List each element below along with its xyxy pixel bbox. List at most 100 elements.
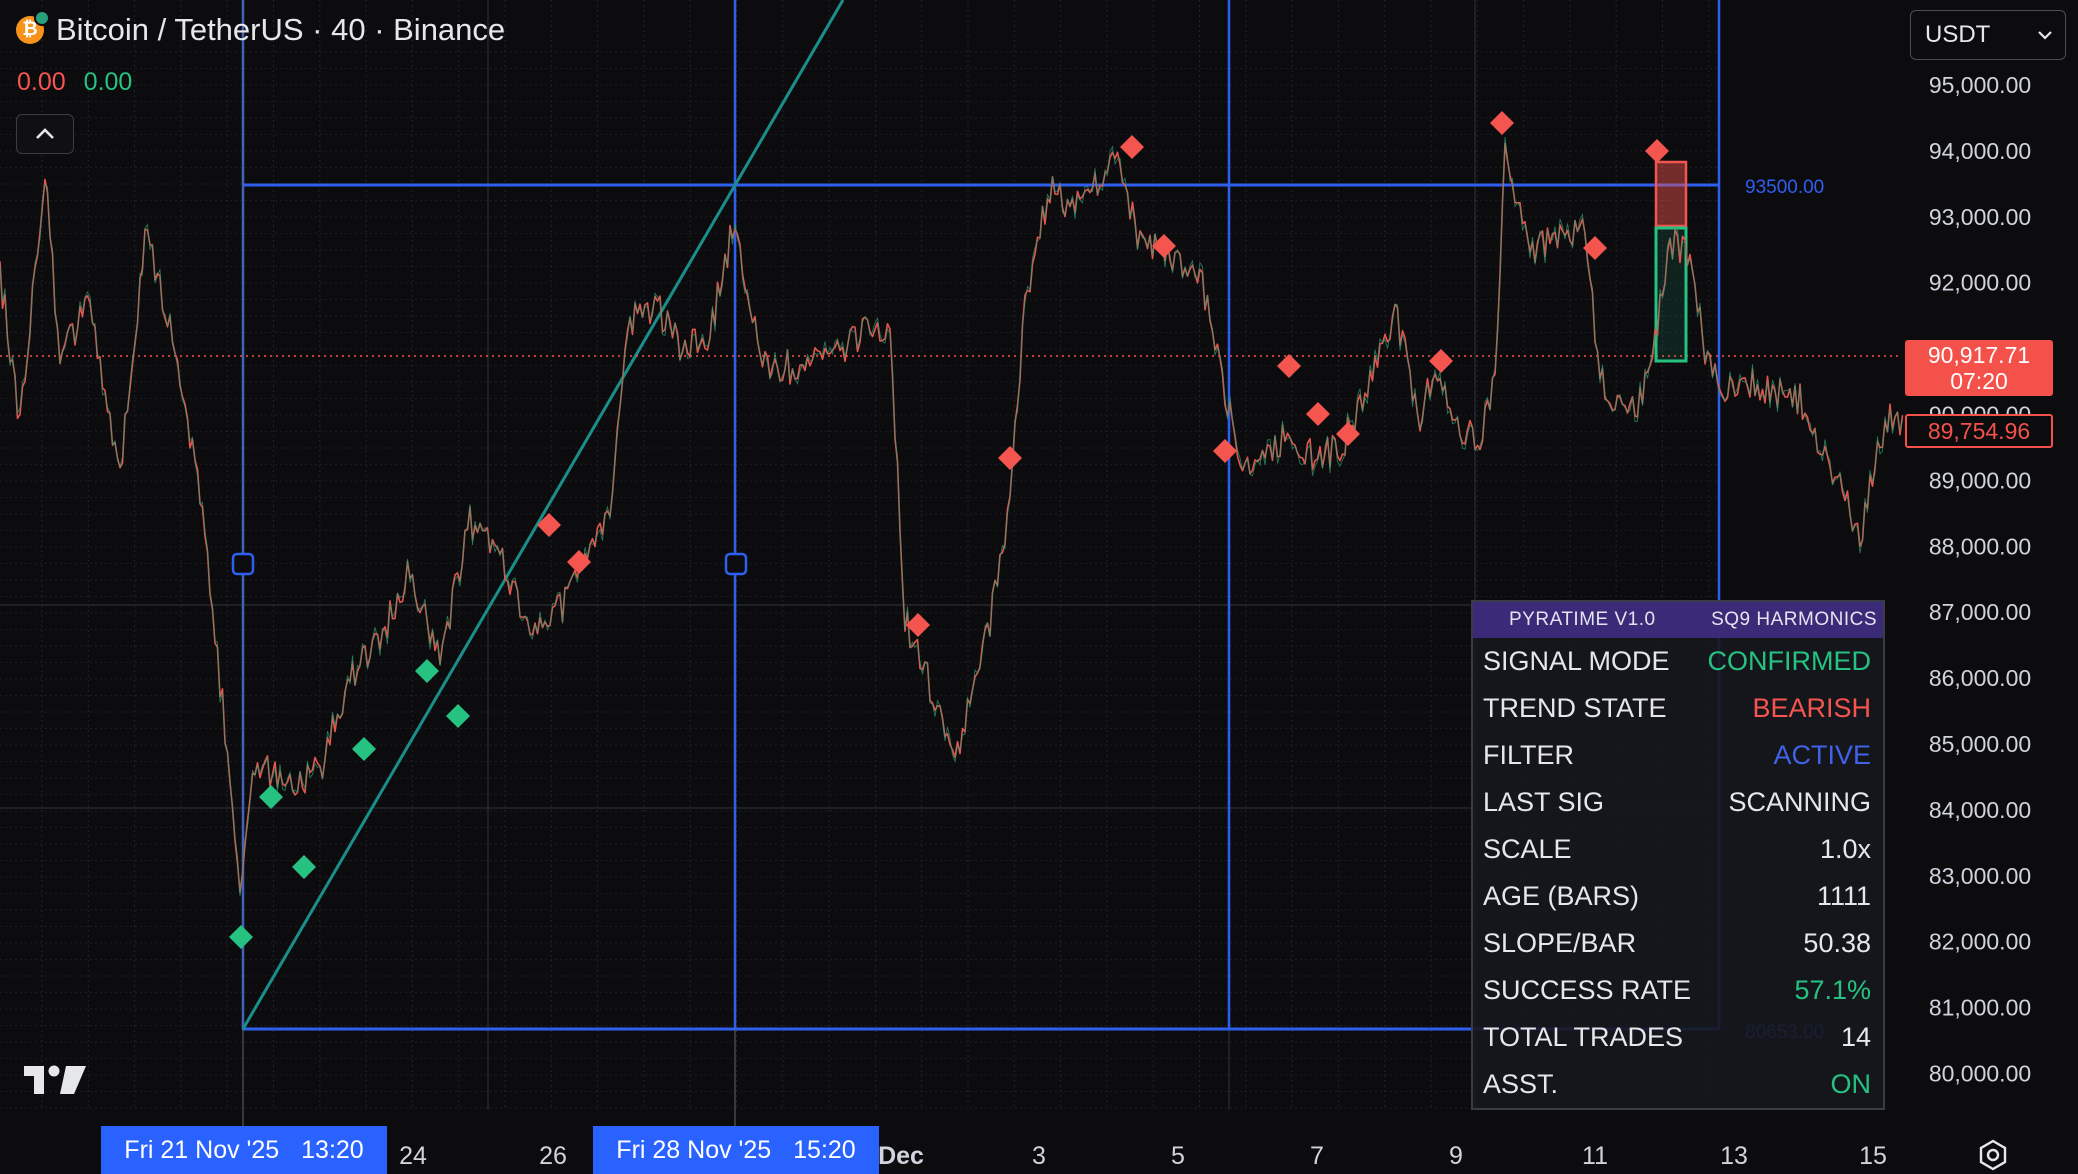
bear-signal-marker xyxy=(1213,439,1237,463)
row-value: 50.38 xyxy=(1803,928,1871,958)
bear-signal-marker xyxy=(998,446,1022,470)
price-axis-label: 88,000.00 xyxy=(1929,533,2031,559)
price-axis-label: 95,000.00 xyxy=(1929,72,2031,98)
time-cursor-end: Fri 28 Nov '25 15:20 xyxy=(593,1126,879,1174)
bear-signal-marker xyxy=(567,550,591,574)
chevron-up-icon xyxy=(36,128,54,139)
time-axis-label: 24 xyxy=(399,1142,427,1170)
bull-signal-marker xyxy=(259,785,283,809)
panel-row: LAST SIG SCANNING xyxy=(1473,779,1883,826)
row-label: SIGNAL MODE xyxy=(1483,646,1670,676)
bear-signal-marker xyxy=(1490,111,1514,135)
price-axis-label: 80,000.00 xyxy=(1929,1061,2031,1087)
current-price: 90,917.71 xyxy=(1927,342,2031,368)
panel-row: TOTAL TRADES 14 xyxy=(1473,1014,1883,1061)
time-axis-label: 13 xyxy=(1720,1142,1748,1170)
row-value: 1111 xyxy=(1816,881,1871,911)
panel-row: ASST. ON xyxy=(1473,1061,1883,1108)
trend-line xyxy=(241,0,845,1030)
time-axis-label: 15 xyxy=(1859,1142,1887,1170)
panel-row: SCALE 1.0x xyxy=(1473,826,1883,873)
symbol-title: Bitcoin / TetherUS · 40 · Binance xyxy=(56,12,506,47)
panel-row: FILTER ACTIVE xyxy=(1473,732,1883,779)
chart-grid xyxy=(0,0,1720,1110)
panel-row: AGE (BARS) 1111 xyxy=(1473,873,1883,920)
panel-row: SIGNAL MODE CONFIRMED xyxy=(1473,638,1883,685)
bear-signal-marker xyxy=(1277,354,1301,378)
cursor-start-time: 13:20 xyxy=(301,1135,364,1164)
bar-countdown: 07:20 xyxy=(1950,368,2008,394)
drawing-anchor-handle xyxy=(231,552,255,576)
bull-signal-marker xyxy=(446,704,470,728)
drawing-anchor-handle xyxy=(724,552,748,576)
price-axis-label: 82,000.00 xyxy=(1929,929,2031,955)
ohlc-values: 0.00 0.00 xyxy=(17,68,132,97)
row-label: TREND STATE xyxy=(1483,693,1667,723)
cursor-start-date: Fri 21 Nov '25 xyxy=(124,1135,280,1164)
time-axis-label: 9 xyxy=(1449,1142,1463,1170)
row-value: 57.1% xyxy=(1794,975,1871,1005)
cursor-end-date: Fri 28 Nov '25 xyxy=(616,1135,772,1164)
bull-signal-marker xyxy=(292,855,316,879)
row-value: ON xyxy=(1830,1069,1872,1099)
price-axis-label: 83,000.00 xyxy=(1929,863,2031,889)
cursor-end-time: 15:20 xyxy=(793,1135,856,1164)
price-axis-label: 81,000.00 xyxy=(1929,995,2031,1021)
bull-signal-marker xyxy=(229,925,253,949)
bear-signal-marker xyxy=(1120,135,1144,159)
row-value: ACTIVE xyxy=(1773,740,1871,770)
row-label: SLOPE/BAR xyxy=(1483,928,1637,958)
open-change: 0.00 xyxy=(17,68,66,96)
bear-box xyxy=(1654,160,1688,228)
row-value: BEARISH xyxy=(1752,693,1871,723)
bitcoin-icon: ₿ xyxy=(16,10,50,44)
price-axis-label: 84,000.00 xyxy=(1929,797,2031,823)
close-change: 0.00 xyxy=(83,68,133,96)
price-axis-label: 93,000.00 xyxy=(1929,204,2031,230)
chevron-down-icon xyxy=(2038,31,2052,40)
row-label: LAST SIG xyxy=(1483,787,1605,817)
panel-subtitle: SQ9 HARMONICS xyxy=(1711,609,1877,630)
row-label: FILTER xyxy=(1483,740,1575,770)
bear-signal-marker xyxy=(1645,139,1669,163)
price-axis-label: 94,000.00 xyxy=(1929,138,2031,164)
symbol-header[interactable]: ₿ Bitcoin / TetherUS · 40 · Binance xyxy=(16,10,506,48)
panel-header: PYRATIME V1.0 SQ9 HARMONICS xyxy=(1473,602,1883,638)
time-axis-label: 3 xyxy=(1032,1142,1046,1170)
row-value: 1.0x xyxy=(1819,834,1871,864)
time-axis-label: 7 xyxy=(1310,1142,1324,1170)
tether-icon xyxy=(34,10,50,26)
row-value: SCANNING xyxy=(1728,787,1871,817)
current-price-tag: 90,917.71 07:20 xyxy=(1905,340,2053,396)
price-axis-label: 87,000.00 xyxy=(1929,599,2031,625)
price-axis-label: 89,000.00 xyxy=(1929,467,2031,493)
time-axis-label: 26 xyxy=(539,1142,567,1170)
bull-signal-marker xyxy=(352,737,376,761)
time-axis-label: 11 xyxy=(1582,1142,1608,1170)
row-label: TOTAL TRADES xyxy=(1483,1022,1684,1052)
pyratime-info-panel: PYRATIME V1.0 SQ9 HARMONICS SIGNAL MODE C… xyxy=(1471,600,1885,1110)
panel-title: PYRATIME V1.0 xyxy=(1509,609,1656,630)
time-axis-label: Dec xyxy=(878,1142,924,1170)
upper-level-label: 93500.00 xyxy=(1745,177,1824,198)
row-label: ASST. xyxy=(1483,1069,1559,1099)
secondary-price-tag: 89,754.96 xyxy=(1905,414,2053,448)
price-axis-label: 85,000.00 xyxy=(1929,731,2031,757)
price-axis-label: 92,000.00 xyxy=(1929,270,2031,296)
panel-row: SUCCESS RATE 57.1% xyxy=(1473,967,1883,1014)
bear-signal-marker xyxy=(1429,349,1453,373)
time-cursor-start: Fri 21 Nov '25 13:20 xyxy=(101,1126,387,1174)
time-axis-label: 5 xyxy=(1171,1142,1185,1170)
tradingview-logo-icon[interactable] xyxy=(22,1062,88,1098)
row-value: CONFIRMED xyxy=(1707,646,1872,676)
panel-row: TREND STATE BEARISH xyxy=(1473,685,1883,732)
panel-row: SLOPE/BAR 50.38 xyxy=(1473,920,1883,967)
row-label: SCALE xyxy=(1483,834,1572,864)
bear-signal-marker xyxy=(1336,422,1360,446)
price-axis: 95,000.0094,000.0093,000.0092,000.0090,0… xyxy=(1929,72,2031,1087)
row-value: 14 xyxy=(1840,1022,1871,1052)
settings-icon[interactable] xyxy=(1976,1138,2010,1172)
currency-select[interactable]: USDT xyxy=(1910,10,2066,60)
collapse-button[interactable] xyxy=(16,114,74,154)
row-label: AGE (BARS) xyxy=(1483,881,1640,911)
